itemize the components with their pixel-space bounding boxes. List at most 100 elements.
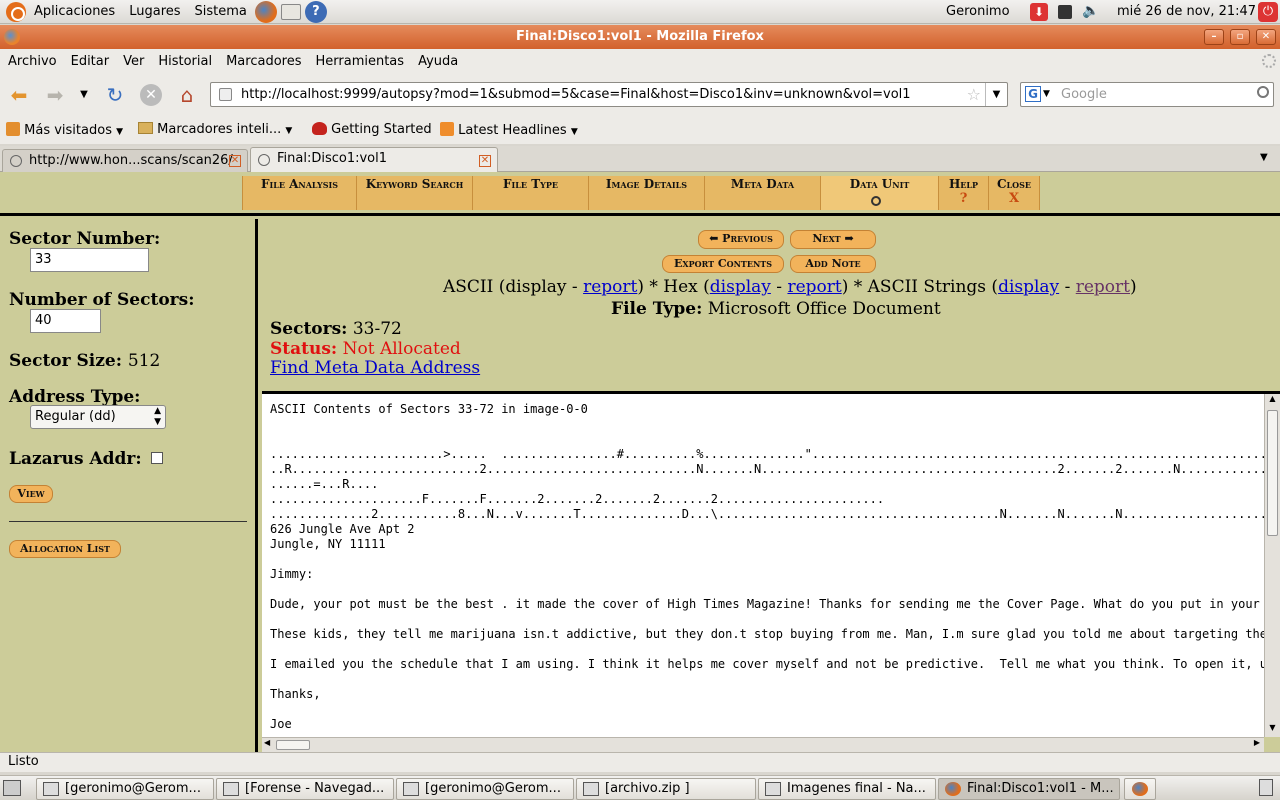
ascii-report-link[interactable]: report — [583, 277, 637, 297]
forward-button[interactable]: ➡ — [42, 82, 68, 108]
content-line — [270, 417, 1256, 432]
bookmark-star-icon[interactable]: ☆ — [967, 83, 981, 106]
add-note-button[interactable]: Add Note — [790, 255, 876, 273]
tab-keyword-search[interactable]: Keyword Search — [356, 176, 472, 210]
scroll-up-icon[interactable]: ▲ — [1265, 394, 1280, 408]
task-firefox-mini[interactable] — [1124, 778, 1156, 800]
tab-meta-data[interactable]: Meta Data — [704, 176, 820, 210]
num-sectors-input[interactable]: 40 — [30, 309, 101, 333]
stop-button[interactable]: ✕ — [138, 82, 164, 108]
menu-herramientas[interactable]: Herramientas — [316, 54, 405, 69]
previous-button[interactable]: ⬅ Previous — [698, 230, 784, 249]
task-forense[interactable]: [Forense - Navegad... — [216, 778, 394, 800]
bookmark-label: Más visitados — [24, 123, 112, 138]
firefox-icon — [1132, 782, 1148, 796]
tab-close[interactable]: Close X — [988, 176, 1040, 210]
minimize-button[interactable]: – — [1204, 29, 1224, 45]
tab-data-unit[interactable]: Data Unit — [820, 176, 938, 210]
site-identity-icon[interactable] — [219, 88, 232, 101]
home-button[interactable]: ⌂ — [174, 82, 200, 108]
tab-hon-scans[interactable]: http://www.hon...scans/scan26/ ✕ — [2, 149, 248, 172]
address-type-select[interactable]: Regular (dd) ▲ ▼ — [30, 405, 166, 429]
panel-menu-applications[interactable]: Aplicaciones — [34, 4, 115, 19]
bookmark-latest-headlines[interactable]: Latest Headlines ▼ — [440, 122, 578, 138]
hex-display-link[interactable]: display — [710, 277, 771, 297]
menu-marcadores[interactable]: Marcadores — [226, 54, 301, 69]
menu-archivo[interactable]: Archivo — [8, 54, 57, 69]
google-engine-icon[interactable]: G — [1025, 86, 1041, 102]
engine-dropdown-icon[interactable]: ▼ — [1043, 83, 1050, 106]
firefox-launcher-icon[interactable] — [254, 0, 277, 23]
tab-image-details[interactable]: Image Details — [588, 176, 704, 210]
tab-final-disco1[interactable]: Final:Disco1:vol1 ✕ — [250, 147, 498, 173]
panel-username[interactable]: Geronimo — [946, 4, 1010, 19]
scroll-right-icon[interactable]: ▶ — [1254, 738, 1260, 747]
search-bar[interactable]: G ▼ Google — [1020, 82, 1274, 107]
task-images[interactable]: Imagenes final - Na... — [758, 778, 936, 800]
url-bar[interactable]: http://localhost:9999/autopsy?mod=1&subm… — [210, 82, 1008, 107]
task-firefox[interactable]: Final:Disco1:vol1 - M... — [938, 778, 1120, 800]
strings-display-link[interactable]: display — [998, 277, 1059, 297]
back-button[interactable]: ⬅ — [6, 82, 32, 108]
hex-label: ) * Hex ( — [637, 277, 710, 297]
scroll-down-icon[interactable]: ▼ — [1265, 723, 1280, 737]
reload-button[interactable]: ↻ — [102, 82, 128, 108]
tab-file-type[interactable]: File Type — [472, 176, 588, 210]
rss-folder-icon — [6, 122, 20, 136]
strings-report-link[interactable]: report — [1076, 277, 1130, 297]
menu-editar[interactable]: Editar — [71, 54, 110, 69]
hscroll-thumb[interactable] — [276, 740, 310, 750]
hex-report-link[interactable]: report — [787, 277, 841, 297]
tab-label: Final:Disco1:vol1 — [277, 151, 388, 166]
task-terminal-1[interactable]: [geronimo@Gerom... — [36, 778, 214, 800]
window-titlebar[interactable]: Final:Disco1:vol1 - Mozilla Firefox – ▫ … — [0, 25, 1280, 49]
vertical-scrollbar[interactable]: ▲ ▼ — [1264, 394, 1280, 737]
update-notifier-icon[interactable]: ⬇ — [1030, 3, 1048, 21]
task-archive[interactable]: [archivo.zip ] — [576, 778, 756, 800]
horizontal-scrollbar[interactable]: ◀ ▶ — [262, 737, 1264, 752]
bookmark-smart-folder[interactable]: Marcadores inteli... ▼ — [138, 122, 292, 137]
bookmark-most-visited[interactable]: Más visitados ▼ — [6, 122, 123, 138]
trash-icon[interactable] — [1259, 779, 1273, 796]
tab-close-icon[interactable]: ✕ — [479, 155, 491, 167]
sector-number-input[interactable]: 33 — [30, 248, 149, 272]
panel-menu-places[interactable]: Lugares — [129, 4, 180, 19]
sector-number-label: Sector Number: — [9, 229, 161, 249]
menu-ver[interactable]: Ver — [123, 54, 144, 69]
tab-list-dropdown-icon[interactable]: ▼ — [1260, 152, 1268, 163]
volume-icon[interactable]: 🔈 — [1082, 3, 1099, 19]
scroll-left-icon[interactable]: ◀ — [264, 738, 270, 747]
menu-ayuda[interactable]: Ayuda — [418, 54, 458, 69]
menu-historial[interactable]: Historial — [158, 54, 212, 69]
window-close-button[interactable]: ✕ — [1256, 29, 1276, 45]
help-launcher-icon[interactable]: ? — [304, 0, 327, 23]
allocation-list-button[interactable]: Allocation List — [9, 540, 121, 558]
lazarus-checkbox[interactable] — [151, 452, 163, 464]
history-dropdown-icon[interactable]: ▼ — [74, 82, 94, 108]
maximize-button[interactable]: ▫ — [1230, 29, 1250, 45]
task-terminal-2[interactable]: [geronimo@Gerom... — [396, 778, 574, 800]
export-contents-button[interactable]: Export Contents — [662, 255, 784, 273]
page-icon — [10, 155, 22, 167]
tab-close-icon[interactable]: ✕ — [229, 155, 241, 167]
tab-file-analysis[interactable]: File Analysis — [242, 176, 356, 210]
search-icon[interactable] — [1257, 86, 1269, 98]
next-button[interactable]: Next ➡ — [790, 230, 876, 249]
rss-icon — [440, 122, 454, 136]
network-icon[interactable] — [1058, 5, 1072, 19]
tab-help[interactable]: Help ? — [938, 176, 988, 210]
bookmark-getting-started[interactable]: Getting Started — [312, 122, 432, 137]
scroll-thumb[interactable] — [1267, 410, 1278, 536]
ubuntu-logo-icon[interactable] — [6, 1, 26, 22]
mail-launcher-icon[interactable] — [280, 3, 301, 20]
url-dropdown-icon[interactable]: ▼ — [985, 83, 1007, 106]
show-desktop-icon[interactable] — [3, 780, 21, 796]
view-button[interactable]: View — [9, 485, 53, 503]
panel-clock[interactable]: mié 26 de nov, 21:47 — [1117, 4, 1256, 19]
find-meta-link[interactable]: Find Meta Data Address — [270, 358, 480, 378]
panel-menu-system[interactable]: Sistema — [195, 4, 247, 19]
ascii-display-label: ASCII (display - — [443, 277, 578, 297]
power-icon[interactable]: ⏻ — [1258, 2, 1278, 22]
browser-page-icon — [223, 782, 239, 796]
ascii-content-frame[interactable]: ASCII Contents of Sectors 33-72 in image… — [262, 394, 1264, 737]
